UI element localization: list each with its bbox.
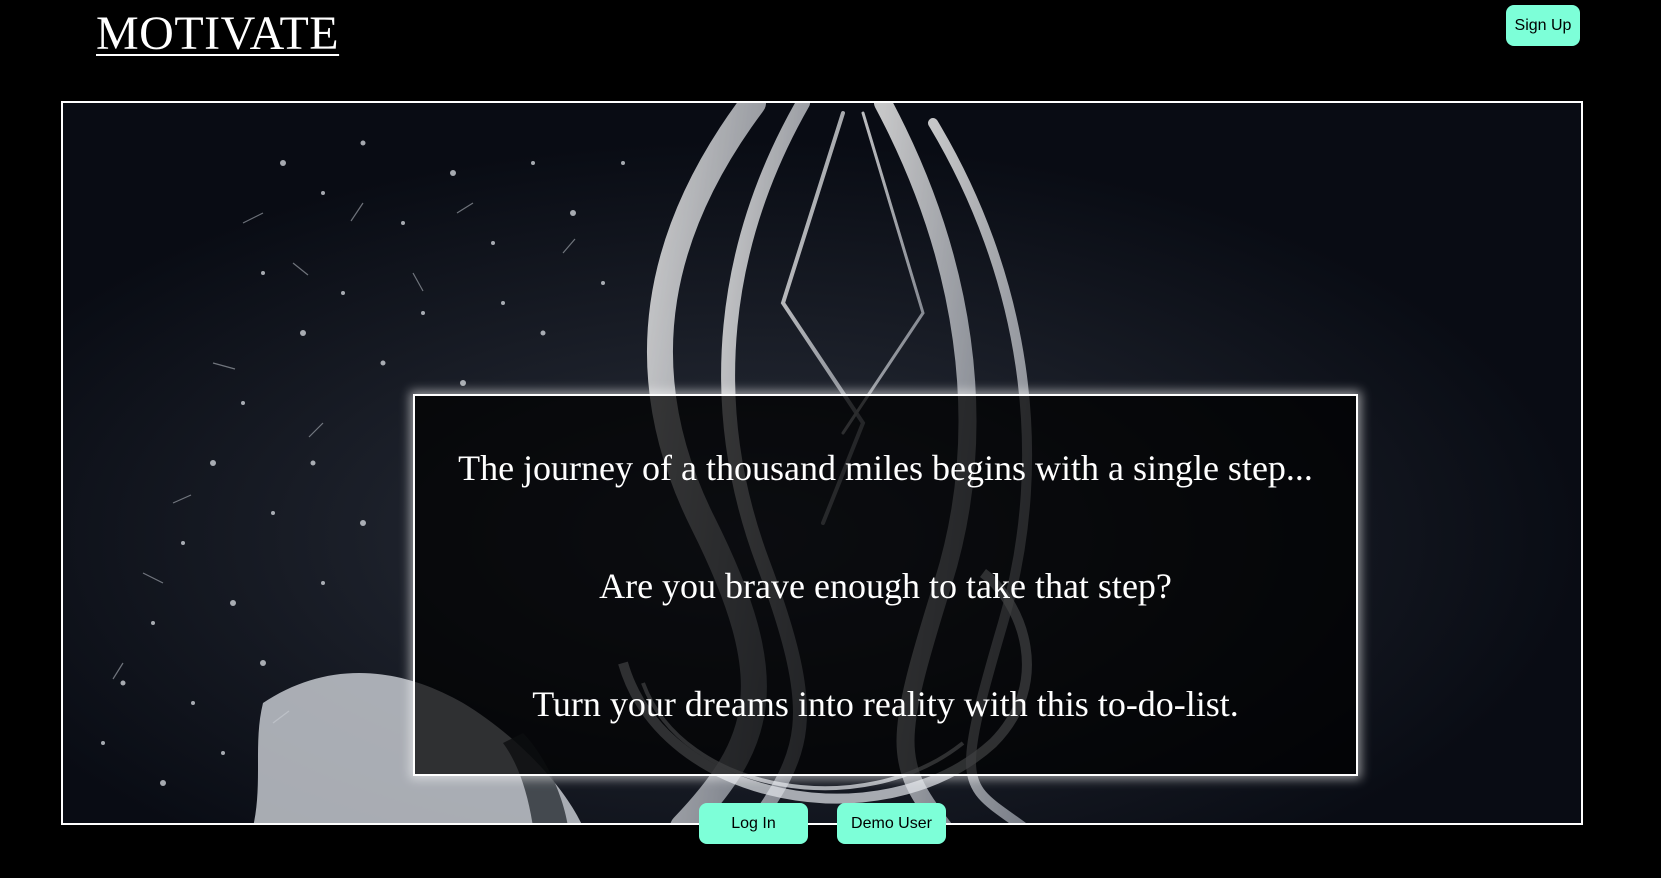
brand-logo-link[interactable]: MOTIVATE [96, 6, 339, 61]
demo-user-button[interactable]: Demo User [837, 803, 946, 844]
quote-line-3: Turn your dreams into reality with this … [532, 684, 1239, 724]
log-in-button[interactable]: Log In [699, 803, 808, 844]
quote-box: The journey of a thousand miles begins w… [413, 394, 1358, 776]
hero-image-panel: The journey of a thousand miles begins w… [61, 101, 1583, 825]
quote-line-1: The journey of a thousand miles begins w… [458, 448, 1313, 488]
quote-line-2: Are you brave enough to take that step? [599, 566, 1172, 606]
landing-page: MOTIVATE Sign Up The journey of a thousa… [0, 0, 1661, 878]
sign-up-button[interactable]: Sign Up [1506, 5, 1580, 46]
